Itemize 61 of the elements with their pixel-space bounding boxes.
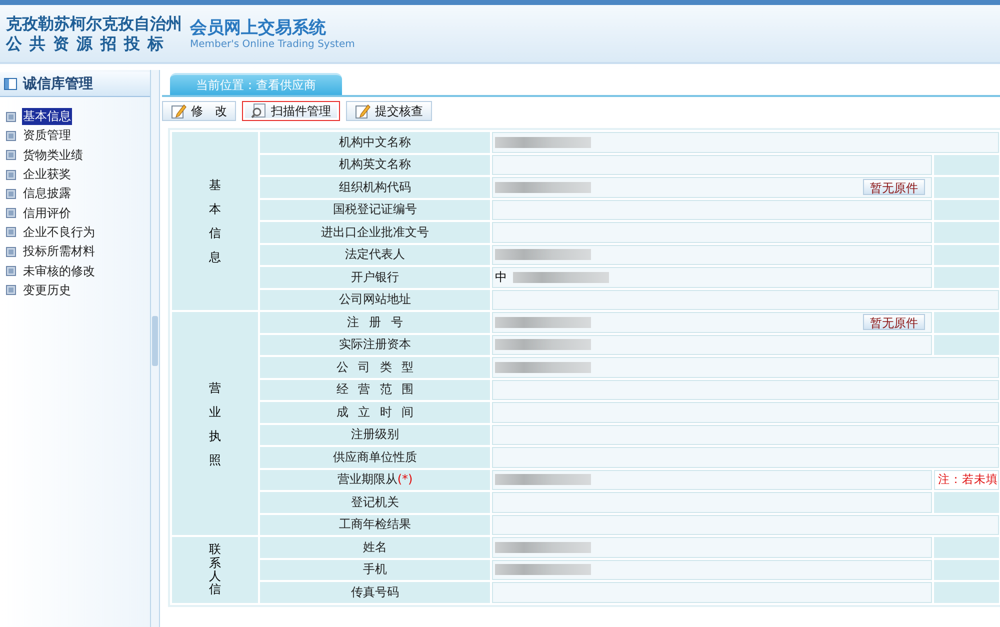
sidebar-item[interactable]: 企业不良行为 [22,224,96,241]
field-label: 公 司 类 型 [260,357,490,378]
sidebar-item[interactable]: 投标所需材料 [22,243,96,260]
bullet-icon [6,266,16,276]
value-text: 中 [495,268,507,286]
field-label: 登记机关 [260,492,490,512]
bullet-icon [6,285,16,296]
magnifier-icon [250,103,267,119]
sidebar-title: 诚信库管理 [23,75,93,93]
field-label: 注册级别 [260,424,490,445]
field-label: 机构中文名称 [260,132,490,152]
original-file-button[interactable]: 暂无原件 [863,314,925,330]
field-label: 机构英文名称 [260,154,490,175]
field-label: 姓名 [260,537,490,558]
sidebar-item[interactable]: 货物类业绩 [22,146,84,164]
field-label: 成 立 时 间 [260,402,490,422]
bullet-icon [6,150,16,160]
sidebar-item[interactable]: 企业获奖 [22,166,72,184]
field-label: 公司网站地址 [260,290,490,310]
field-label: 工商年检结果 [260,514,490,535]
bullet-icon [6,246,16,257]
field-label: 经 营 范 围 [260,380,490,400]
panel-icon [4,78,17,90]
sidebar-item[interactable]: 信息披露 [22,185,72,202]
pencil-note-icon [354,103,371,119]
organization-name: 公 共 资 源 招 投 标 [6,34,166,54]
field-label: 国税登记证编号 [260,200,490,220]
field-label: 进出口企业批准文号 [260,222,490,242]
bullet-icon [6,112,16,122]
region-name: 克孜勒苏柯尔克孜自治州 [6,14,182,34]
field-label: 组织机构代码 [260,177,490,198]
bullet-icon [6,130,16,141]
original-file-button[interactable]: 暂无原件 [863,179,925,196]
sidebar-item[interactable]: 变更历史 [22,282,72,299]
pencil-note-icon [171,103,187,119]
field-label: 法定代表人 [260,244,490,265]
bullet-icon [6,170,16,180]
system-subtitle: Member's Online Trading System [190,39,355,50]
toolbar-button[interactable]: 扫描件管理 [242,101,340,121]
sidebar-item[interactable]: 未审核的修改 [22,262,96,280]
field-label: 供应商单位性质 [260,447,490,468]
field-label: 开户银行 [260,267,490,288]
sidebar-item[interactable]: 基本信息 [22,108,72,126]
field-label: 注 册 号 [260,312,490,332]
group-label: 联系人信 [209,543,221,596]
bullet-icon [6,188,16,199]
field-label: 营业期限从(*) [337,471,413,488]
splitter-handle[interactable] [152,316,158,366]
field-label: 实际注册资本 [260,334,490,355]
group-label: 基本信息 [209,177,221,266]
sidebar-item[interactable]: 信用评价 [22,204,72,222]
toolbar-button[interactable]: 提交核查 [346,101,432,121]
system-title: 会员网上交易系统 [190,17,327,39]
bullet-icon [6,227,16,238]
field-label: 传真号码 [260,582,490,602]
note-text: 注：若未填 [934,470,999,490]
group-label: 营业执照 [209,380,221,468]
bullet-icon [6,208,16,218]
toolbar-button[interactable]: 修 改 [162,101,236,121]
field-label: 手机 [260,560,490,580]
sidebar-item[interactable]: 资质管理 [22,127,72,144]
